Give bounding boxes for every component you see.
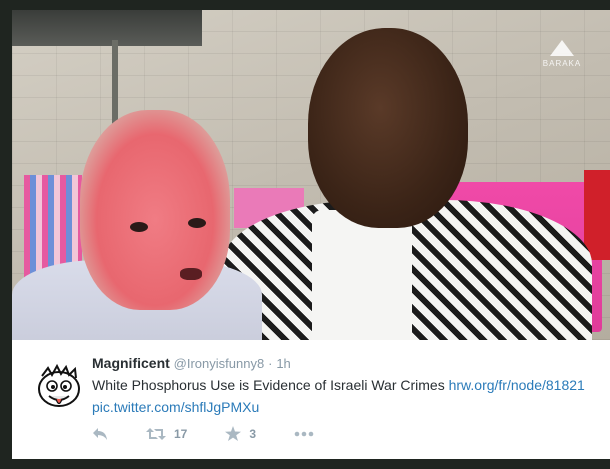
favorite-count: 3 [249, 426, 257, 441]
photo-awning [12, 10, 202, 46]
retweet-icon [146, 427, 166, 440]
display-name[interactable]: Magnificent [92, 355, 170, 371]
tweet-frame: BARAKA Magnificent @Ironyisfunny8 · 1h W… [0, 0, 610, 469]
retweet-button[interactable]: 17 [146, 427, 187, 441]
tweet-text: White Phosphorus Use is Evidence of Isra… [92, 377, 445, 393]
more-button[interactable] [294, 431, 314, 437]
photo-child-mouth [180, 268, 202, 280]
watermark-text: BARAKA [542, 59, 582, 68]
header-separator: · [268, 356, 273, 371]
bottom-edge [0, 459, 610, 469]
tweet-timestamp[interactable]: 1h [276, 356, 290, 371]
photo-child-eye-right [188, 218, 206, 228]
baraka-logo-icon [550, 40, 574, 56]
avatar[interactable] [34, 362, 84, 412]
cartoon-face-icon [38, 363, 80, 407]
star-icon [225, 426, 242, 441]
tweet-photo[interactable]: BARAKA [12, 10, 610, 340]
photo-child-head [80, 110, 230, 310]
tweet-header: Magnificent @Ironyisfunny8 · 1h [92, 354, 600, 373]
tweet-text-line-2: pic.twitter.com/shflJgPMXu [92, 397, 600, 417]
favorite-button[interactable]: 3 [225, 426, 256, 441]
photo-child-eye-left [130, 222, 148, 232]
hrw-link[interactable]: hrw.org/fr/node/81821 [449, 377, 585, 393]
photo-man-head [308, 28, 468, 228]
photo-laundry-red [584, 170, 610, 260]
tweet-content: Magnificent @Ironyisfunny8 · 1h White Ph… [92, 354, 600, 417]
tweet-actions: 17 3 [92, 426, 352, 441]
pic-link[interactable]: pic.twitter.com/shflJgPMXu [92, 399, 259, 415]
user-handle[interactable]: @Ironyisfunny8 [174, 356, 265, 371]
baraka-watermark: BARAKA [532, 40, 592, 68]
photo-man-collar [312, 210, 412, 340]
reply-button[interactable] [92, 427, 108, 441]
reply-icon [93, 427, 107, 440]
tweet-card: Magnificent @Ironyisfunny8 · 1h White Ph… [12, 340, 610, 459]
tweet-text-line-1: White Phosphorus Use is Evidence of Isra… [92, 375, 600, 395]
retweet-count: 17 [174, 426, 188, 441]
more-icon [294, 431, 314, 436]
